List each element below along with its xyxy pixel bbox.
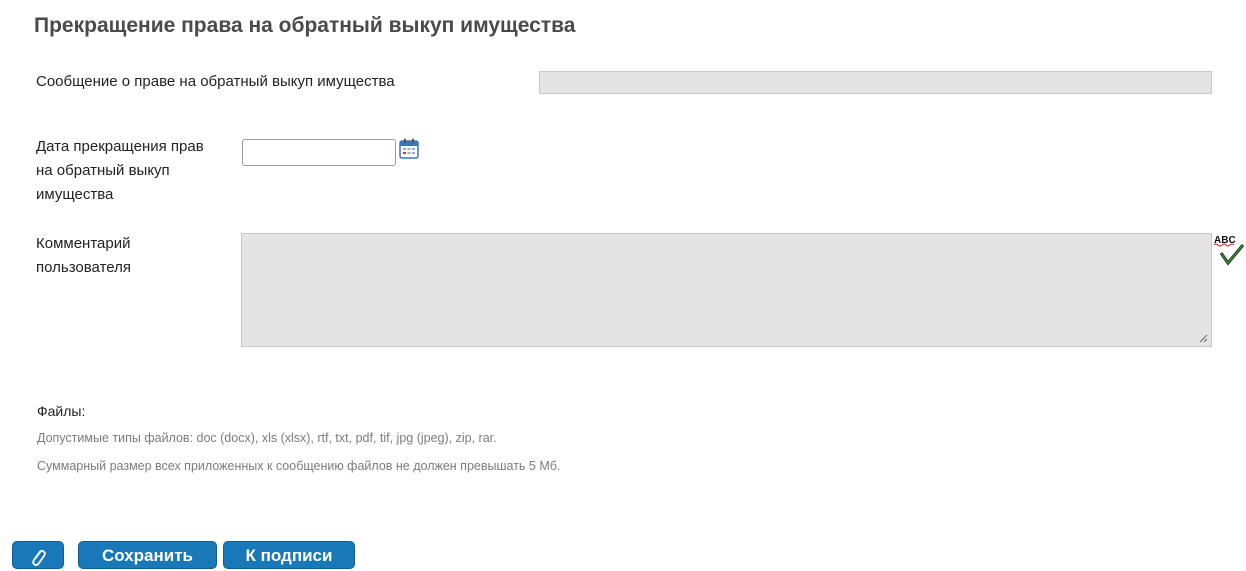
files-size-limit: Суммарный размер всех приложенных к сооб… <box>37 459 561 473</box>
date-label-line-1: Дата прекращения прав <box>36 138 204 155</box>
date-label-line-2: на обратный выкуп <box>36 162 170 179</box>
comment-label: Комментарий пользователя <box>36 232 226 280</box>
date-input[interactable] <box>242 139 396 166</box>
attach-button[interactable] <box>12 541 64 569</box>
message-field[interactable] <box>539 71 1212 94</box>
resize-grip-icon[interactable] <box>1198 333 1208 343</box>
date-label: Дата прекращения прав на обратный выкуп … <box>36 135 226 207</box>
files-heading: Файлы: <box>37 403 86 419</box>
files-allowed-types: Допустимые типы файлов: doc (docx), xls … <box>37 431 497 445</box>
save-button[interactable]: Сохранить <box>78 541 217 569</box>
comment-textarea[interactable] <box>241 233 1212 347</box>
sign-button[interactable]: К подписи <box>223 541 355 569</box>
paperclip-icon <box>32 549 46 566</box>
spellcheck-icon[interactable]: ABC <box>1213 233 1245 267</box>
page-title: Прекращение права на обратный выкуп имущ… <box>34 14 576 37</box>
message-label: Сообщение о праве на обратный выкуп имущ… <box>36 73 395 90</box>
comment-label-line-2: пользователя <box>36 259 131 276</box>
comment-label-line-1: Комментарий <box>36 235 131 252</box>
date-label-line-3: имущества <box>36 186 114 203</box>
calendar-icon[interactable] <box>399 138 419 159</box>
